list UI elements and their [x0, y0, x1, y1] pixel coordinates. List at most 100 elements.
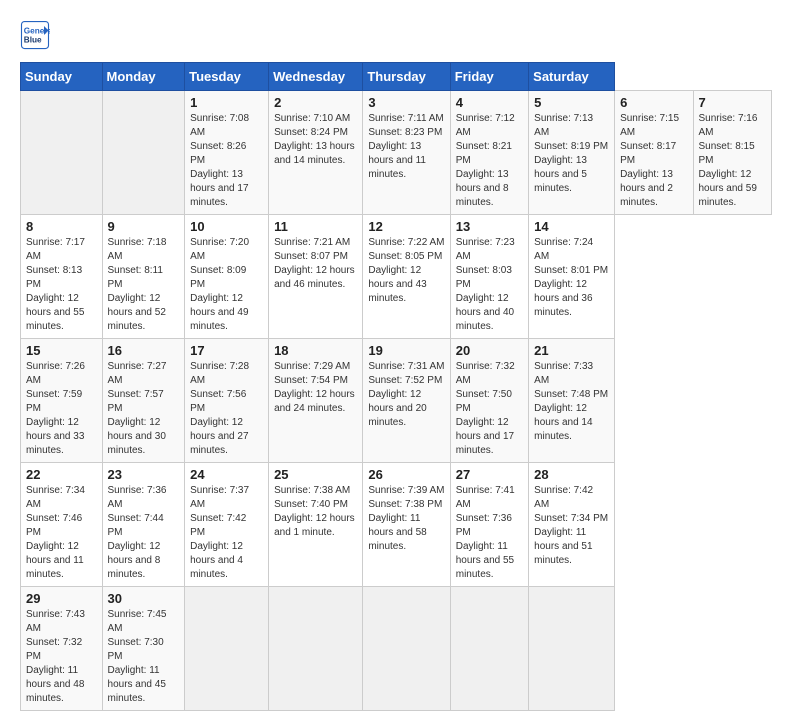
day-number: 12: [368, 219, 444, 234]
day-info: Sunrise: 7:11 AMSunset: 8:23 PMDaylight:…: [368, 112, 444, 182]
calendar-cell: 29 Sunrise: 7:43 AMSunset: 7:32 PMDayligh…: [21, 587, 103, 711]
calendar-week-row: 1 Sunrise: 7:08 AMSunset: 8:26 PMDaylight…: [21, 91, 772, 215]
day-info: Sunrise: 7:28 AMSunset: 7:56 PMDaylight:…: [190, 360, 263, 458]
calendar-cell: 7Sunrise: 7:16 AMSunset: 8:15 PMDaylight…: [693, 91, 772, 215]
calendar-cell: [102, 91, 185, 215]
day-info: Sunrise: 7:26 AMSunset: 7:59 PMDaylight:…: [26, 360, 97, 458]
calendar-cell: 10 Sunrise: 7:20 AMSunset: 8:09 PMDayligh…: [185, 215, 269, 339]
day-number: 16: [108, 343, 180, 358]
logo-icon: General Blue: [20, 20, 50, 50]
day-number: 22: [26, 467, 97, 482]
calendar-cell: 3Sunrise: 7:11 AMSunset: 8:23 PMDaylight…: [363, 91, 450, 215]
day-number: 26: [368, 467, 444, 482]
day-info: Sunrise: 7:38 AMSunset: 7:40 PMDaylight:…: [274, 484, 357, 540]
calendar-table: SundayMondayTuesdayWednesdayThursdayFrid…: [20, 62, 772, 711]
calendar-week-row: 22Sunrise: 7:34 AMSunset: 7:46 PMDayligh…: [21, 463, 772, 587]
day-info: Sunrise: 7:31 AMSunset: 7:52 PMDaylight:…: [368, 360, 444, 430]
header: General Blue: [20, 20, 772, 50]
day-info: Sunrise: 7:12 AMSunset: 8:21 PMDaylight:…: [456, 112, 523, 210]
day-info: Sunrise: 7:08 AMSunset: 8:26 PMDaylight:…: [190, 112, 263, 210]
calendar-cell: [21, 91, 103, 215]
day-number: 4: [456, 95, 523, 110]
calendar-cell: 1 Sunrise: 7:08 AMSunset: 8:26 PMDaylight…: [185, 91, 269, 215]
calendar-cell: 9Sunrise: 7:18 AMSunset: 8:11 PMDaylight…: [102, 215, 185, 339]
logo: General Blue: [20, 20, 54, 50]
day-info: Sunrise: 7:24 AMSunset: 8:01 PMDaylight:…: [534, 236, 609, 320]
day-number: 30: [108, 591, 180, 606]
day-number: 21: [534, 343, 609, 358]
day-number: 28: [534, 467, 609, 482]
calendar-cell: 24Sunrise: 7:37 AMSunset: 7:42 PMDayligh…: [185, 463, 269, 587]
day-number: 27: [456, 467, 523, 482]
day-number: 5: [534, 95, 609, 110]
calendar-week-row: 29 Sunrise: 7:43 AMSunset: 7:32 PMDayligh…: [21, 587, 772, 711]
calendar-cell: 21 Sunrise: 7:33 AMSunset: 7:48 PMDayligh…: [529, 339, 615, 463]
day-number: 25: [274, 467, 357, 482]
day-header-monday: Monday: [102, 63, 185, 91]
calendar-cell: 17 Sunrise: 7:28 AMSunset: 7:56 PMDayligh…: [185, 339, 269, 463]
day-info: Sunrise: 7:36 AMSunset: 7:44 PMDaylight:…: [108, 484, 180, 582]
day-info: Sunrise: 7:41 AMSunset: 7:36 PMDaylight:…: [456, 484, 523, 582]
calendar-cell: 2Sunrise: 7:10 AMSunset: 8:24 PMDaylight…: [269, 91, 363, 215]
calendar-cell: [529, 587, 615, 711]
day-info: Sunrise: 7:42 AMSunset: 7:34 PMDaylight:…: [534, 484, 609, 568]
day-number: 6: [620, 95, 687, 110]
day-number: 20: [456, 343, 523, 358]
day-header-wednesday: Wednesday: [269, 63, 363, 91]
calendar-cell: 27 Sunrise: 7:41 AMSunset: 7:36 PMDayligh…: [450, 463, 528, 587]
day-info: Sunrise: 7:45 AMSunset: 7:30 PMDaylight:…: [108, 608, 180, 706]
calendar-cell: 25 Sunrise: 7:38 AMSunset: 7:40 PMDayligh…: [269, 463, 363, 587]
day-header-tuesday: Tuesday: [185, 63, 269, 91]
day-header-saturday: Saturday: [529, 63, 615, 91]
day-number: 29: [26, 591, 97, 606]
day-number: 18: [274, 343, 357, 358]
day-info: Sunrise: 7:43 AMSunset: 7:32 PMDaylight:…: [26, 608, 97, 706]
day-info: Sunrise: 7:10 AMSunset: 8:24 PMDaylight:…: [274, 112, 357, 168]
day-number: 13: [456, 219, 523, 234]
calendar-cell: 8 Sunrise: 7:17 AMSunset: 8:13 PMDaylight…: [21, 215, 103, 339]
day-info: Sunrise: 7:33 AMSunset: 7:48 PMDaylight:…: [534, 360, 609, 444]
day-number: 8: [26, 219, 97, 234]
day-info: Sunrise: 7:23 AMSunset: 8:03 PMDaylight:…: [456, 236, 523, 334]
calendar-cell: [185, 587, 269, 711]
calendar-cell: 5Sunrise: 7:13 AMSunset: 8:19 PMDaylight…: [529, 91, 615, 215]
day-number: 10: [190, 219, 263, 234]
day-number: 11: [274, 219, 357, 234]
day-info: Sunrise: 7:39 AMSunset: 7:38 PMDaylight:…: [368, 484, 444, 554]
day-header-sunday: Sunday: [21, 63, 103, 91]
calendar-cell: [450, 587, 528, 711]
calendar-cell: 6 Sunrise: 7:15 AMSunset: 8:17 PMDaylight…: [615, 91, 693, 215]
calendar-week-row: 15Sunrise: 7:26 AMSunset: 7:59 PMDayligh…: [21, 339, 772, 463]
day-number: 9: [108, 219, 180, 234]
calendar-cell: 28 Sunrise: 7:42 AMSunset: 7:34 PMDayligh…: [529, 463, 615, 587]
day-info: Sunrise: 7:29 AMSunset: 7:54 PMDaylight:…: [274, 360, 357, 416]
day-number: 17: [190, 343, 263, 358]
calendar-cell: 19Sunrise: 7:31 AMSunset: 7:52 PMDayligh…: [363, 339, 450, 463]
calendar-cell: 30 Sunrise: 7:45 AMSunset: 7:30 PMDayligh…: [102, 587, 185, 711]
calendar-cell: 4 Sunrise: 7:12 AMSunset: 8:21 PMDaylight…: [450, 91, 528, 215]
day-number: 24: [190, 467, 263, 482]
calendar-week-row: 8 Sunrise: 7:17 AMSunset: 8:13 PMDaylight…: [21, 215, 772, 339]
calendar-cell: 22Sunrise: 7:34 AMSunset: 7:46 PMDayligh…: [21, 463, 103, 587]
calendar-cell: 18 Sunrise: 7:29 AMSunset: 7:54 PMDayligh…: [269, 339, 363, 463]
page: General Blue SundayMondayTuesdayWednesda…: [0, 0, 792, 721]
calendar-header-row: SundayMondayTuesdayWednesdayThursdayFrid…: [21, 63, 772, 91]
day-info: Sunrise: 7:22 AMSunset: 8:05 PMDaylight:…: [368, 236, 444, 306]
day-info: Sunrise: 7:15 AMSunset: 8:17 PMDaylight:…: [620, 112, 687, 210]
day-number: 14: [534, 219, 609, 234]
svg-text:Blue: Blue: [24, 36, 42, 45]
day-info: Sunrise: 7:20 AMSunset: 8:09 PMDaylight:…: [190, 236, 263, 334]
calendar-cell: 14 Sunrise: 7:24 AMSunset: 8:01 PMDayligh…: [529, 215, 615, 339]
calendar-cell: [363, 587, 450, 711]
day-info: Sunrise: 7:17 AMSunset: 8:13 PMDaylight:…: [26, 236, 97, 334]
day-info: Sunrise: 7:21 AMSunset: 8:07 PMDaylight:…: [274, 236, 357, 292]
calendar-cell: [269, 587, 363, 711]
calendar-cell: 12 Sunrise: 7:22 AMSunset: 8:05 PMDayligh…: [363, 215, 450, 339]
calendar-cell: 23Sunrise: 7:36 AMSunset: 7:44 PMDayligh…: [102, 463, 185, 587]
calendar-cell: 20Sunrise: 7:32 AMSunset: 7:50 PMDayligh…: [450, 339, 528, 463]
day-header-friday: Friday: [450, 63, 528, 91]
calendar-cell: 15Sunrise: 7:26 AMSunset: 7:59 PMDayligh…: [21, 339, 103, 463]
calendar-cell: 13 Sunrise: 7:23 AMSunset: 8:03 PMDayligh…: [450, 215, 528, 339]
calendar-cell: 11 Sunrise: 7:21 AMSunset: 8:07 PMDayligh…: [269, 215, 363, 339]
day-number: 1: [190, 95, 263, 110]
